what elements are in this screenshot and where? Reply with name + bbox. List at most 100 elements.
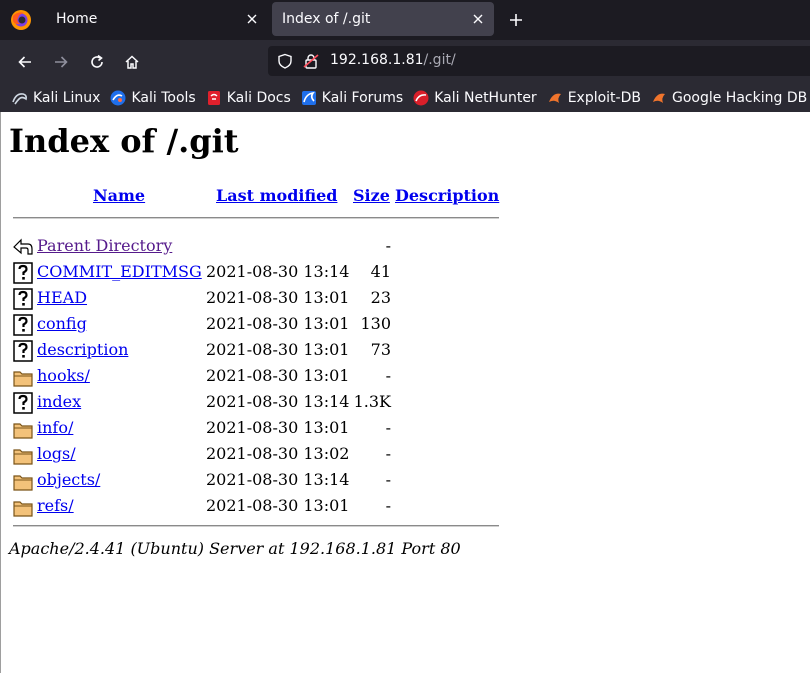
last-modified: 2021-08-30 13:01 [206, 496, 350, 515]
unknown-file-icon [13, 288, 33, 310]
bookmark-label: Google Hacking DB [671, 90, 808, 106]
kali-forums-icon [301, 91, 316, 105]
listing-row-parent-directory: Parent Directory - [9, 234, 509, 258]
folder-icon [13, 423, 33, 439]
last-modified: 2021-08-30 13:01 [206, 418, 350, 437]
plus-icon [510, 14, 522, 26]
new-tab-button[interactable] [504, 6, 528, 34]
home-button[interactable] [118, 48, 146, 76]
file-size: 23 [370, 288, 391, 307]
last-modified: 2021-08-30 13:01 [206, 288, 350, 307]
bookmark-label: Kali Tools [131, 90, 196, 106]
back-icon [13, 238, 33, 255]
home-icon [125, 55, 139, 69]
folder-icon [13, 501, 33, 517]
url-host: 192.168.1.81 [330, 52, 424, 68]
insecure-lock-icon[interactable] [303, 53, 319, 69]
file-link[interactable]: description [37, 340, 128, 359]
file-link[interactable]: logs/ [37, 444, 76, 463]
folder-icon [13, 475, 33, 491]
divider [13, 525, 499, 527]
last-modified: 2021-08-30 13:01 [206, 314, 350, 333]
last-modified: 2021-08-30 13:14 [206, 262, 350, 281]
folder-icon [13, 449, 33, 465]
unknown-file-icon [13, 262, 33, 284]
file-link[interactable]: config [37, 314, 87, 333]
file-link[interactable]: refs/ [37, 496, 74, 515]
unknown-file-icon [13, 392, 33, 414]
arrow-right-icon [55, 56, 68, 68]
column-last-modified-link[interactable]: Last modified [216, 186, 337, 205]
shield-icon[interactable] [277, 53, 293, 69]
bookmark-exploit-db[interactable]: Exploit-DB [547, 90, 641, 106]
unknown-file-icon [13, 314, 33, 336]
column-description-link[interactable]: Description [395, 186, 499, 205]
file-size: - [385, 444, 391, 463]
tab-title: Index of /.git [282, 11, 371, 27]
listing-row-head: HEAD 2021-08-30 13:01 23 [9, 286, 509, 310]
file-link[interactable]: info/ [37, 418, 73, 437]
listing-row-description: description 2021-08-30 13:01 73 [9, 338, 509, 362]
last-modified: 2021-08-30 13:02 [206, 444, 350, 463]
unknown-file-icon [13, 340, 33, 362]
listing-row-logs: logs/ 2021-08-30 13:02 - [9, 442, 509, 466]
file-link[interactable]: HEAD [37, 288, 87, 307]
file-link[interactable]: Parent Directory [37, 236, 172, 255]
page-content: Index of /.git Name Last modified Size D… [0, 112, 810, 673]
reload-button[interactable] [83, 48, 111, 76]
navigation-toolbar: 192.168.1.81/.git/ [0, 40, 810, 84]
reload-icon [91, 54, 103, 68]
file-link[interactable]: hooks/ [37, 366, 90, 385]
bookmark-kali-tools[interactable]: Kali Tools [110, 90, 196, 106]
back-button[interactable] [11, 48, 39, 76]
url-bar[interactable]: 192.168.1.81/.git/ [268, 46, 810, 76]
close-tab-icon[interactable] [240, 7, 264, 31]
kali-docs-icon [207, 91, 220, 105]
bookmark-label: Kali Docs [226, 90, 291, 106]
bookmark-kali-nethunter[interactable]: Kali NetHunter [413, 90, 537, 106]
listing-row-config: config 2021-08-30 13:01 130 [9, 312, 509, 336]
file-link[interactable]: index [37, 392, 81, 411]
tab-home[interactable]: Home [42, 2, 268, 36]
close-tab-icon[interactable] [466, 7, 490, 31]
arrow-left-icon [18, 56, 31, 68]
forward-button[interactable] [47, 48, 75, 76]
file-size: 130 [360, 314, 391, 333]
server-signature: Apache/2.4.41 (Ubuntu) Server at 192.168… [9, 539, 461, 558]
listing-row-objects: objects/ 2021-08-30 13:14 - [9, 468, 509, 492]
bookmark-kali-forums[interactable]: Kali Forums [301, 90, 403, 106]
column-name-link[interactable]: Name [93, 186, 145, 205]
last-modified: 2021-08-30 13:14 [206, 470, 350, 489]
bookmark-google-hacking-db[interactable]: Google Hacking DB [651, 90, 807, 106]
page-title: Index of /.git [9, 122, 239, 160]
bookmark-label: Kali Linux [33, 90, 101, 106]
column-size-link[interactable]: Size [353, 186, 390, 205]
tab-index-of-git[interactable]: Index of /.git [272, 2, 494, 36]
file-link[interactable]: COMMIT_EDITMSG [37, 262, 202, 281]
last-modified: 2021-08-30 13:01 [206, 366, 350, 385]
kali-nethunter-icon [413, 90, 429, 106]
bookmark-label: Kali NetHunter [434, 90, 537, 106]
last-modified: 2021-08-30 13:14 [206, 392, 350, 411]
bookmark-kali-linux[interactable]: Kali Linux [12, 90, 100, 106]
file-size: - [385, 418, 391, 437]
file-size: - [385, 366, 391, 385]
tab-strip: Home Index of /.git [0, 0, 810, 40]
bookmark-label: Kali Forums [321, 90, 404, 106]
kali-dragon-icon [12, 93, 27, 105]
listing-row-hooks: hooks/ 2021-08-30 13:01 - [9, 364, 509, 388]
url-text[interactable]: 192.168.1.81/.git/ [330, 52, 456, 68]
listing-row-info: info/ 2021-08-30 13:01 - [9, 416, 509, 440]
ghdb-icon [652, 93, 665, 103]
bookmark-kali-docs[interactable]: Kali Docs [206, 90, 291, 106]
file-link[interactable]: objects/ [37, 470, 100, 489]
firefox-icon[interactable] [10, 9, 32, 31]
tab-title: Home [56, 11, 98, 27]
last-modified: 2021-08-30 13:01 [206, 340, 350, 359]
listing-row-index: index 2021-08-30 13:14 1.3K [9, 390, 509, 414]
bookmarks-toolbar: Kali Linux Kali Tools Kali Docs Kali For… [0, 84, 810, 112]
file-size: - [385, 236, 391, 255]
file-size: - [385, 496, 391, 515]
listing-row-refs: refs/ 2021-08-30 13:01 - [9, 494, 509, 518]
listing-row-commit-editmsg: COMMIT_EDITMSG 2021-08-30 13:14 41 [9, 260, 509, 284]
